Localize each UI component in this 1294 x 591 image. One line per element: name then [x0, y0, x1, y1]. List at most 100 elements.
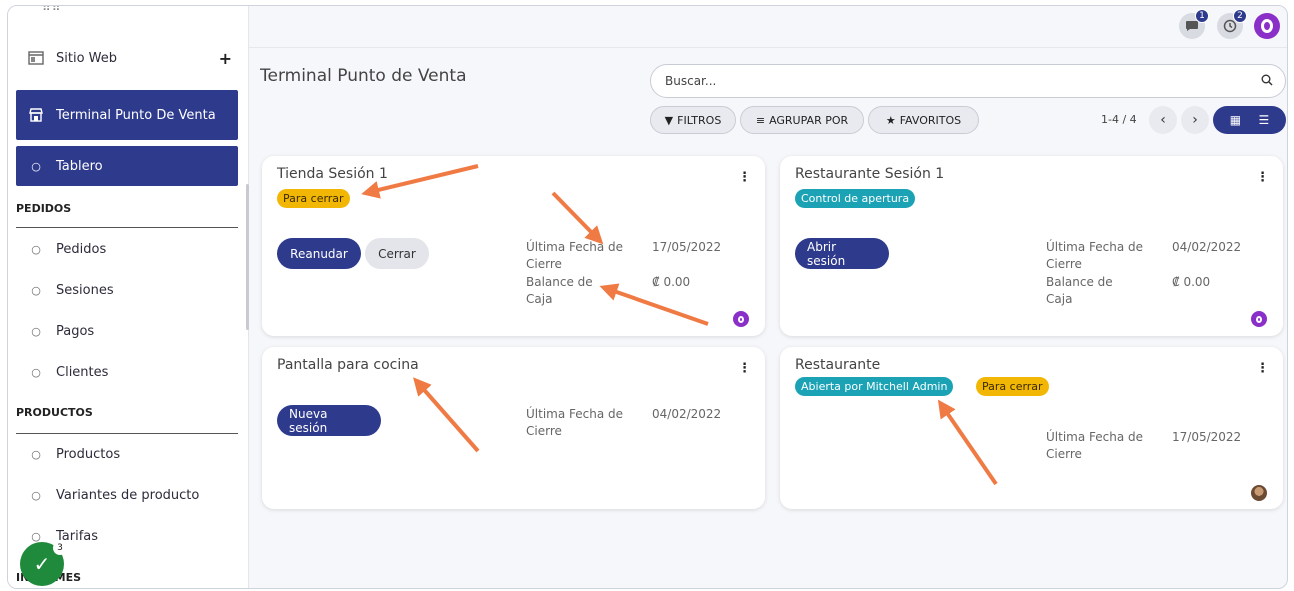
search-icon[interactable]: [1261, 74, 1273, 90]
bullet-icon: ○: [31, 324, 41, 338]
status-badge: Control de apertura: [795, 189, 916, 208]
sidebar-item-pos[interactable]: Terminal Punto De Venta: [16, 90, 238, 140]
info-label: Última Fecha de Cierre: [526, 407, 624, 438]
info-label: Balance de Caja: [1046, 275, 1113, 306]
bullet-icon: ○: [31, 488, 41, 502]
group-by-label: AGRUPAR POR: [769, 113, 849, 127]
add-icon[interactable]: +: [219, 49, 232, 68]
sidebar-item-sessions[interactable]: ○ Sesiones: [16, 270, 238, 310]
info-label: Última Fecha de Cierre: [1046, 240, 1144, 271]
close-session-button[interactable]: Cerrar: [365, 238, 429, 269]
bullet-icon: ○: [31, 242, 41, 256]
avatar: [1251, 311, 1267, 327]
sidebar-item-website[interactable]: Sitio Web +: [16, 38, 238, 78]
kebab-menu-icon[interactable]: ⋮: [1256, 170, 1269, 185]
pos-card[interactable]: Tienda Sesión 1 ⋮ Para cerrar Reanudar C…: [262, 156, 765, 336]
sidebar-item-label: Sesiones: [56, 282, 114, 298]
sidebar-item-dashboard[interactable]: ○ Tablero: [16, 146, 238, 186]
sidebar-item-payments[interactable]: ○ Pagos: [16, 311, 238, 351]
pos-card[interactable]: Restaurante Sesión 1 ⋮ Control de apertu…: [780, 156, 1283, 336]
pager-value[interactable]: 1-4 / 4: [1101, 113, 1137, 126]
bullet-icon: ○: [31, 283, 41, 297]
bullet-icon: ○: [31, 159, 41, 173]
top-bar: 1 2: [249, 6, 1287, 48]
sidebar-item-label: Tablero: [56, 158, 103, 174]
activities-count-badge: 2: [1233, 9, 1247, 23]
kebab-menu-icon[interactable]: ⋮: [738, 170, 751, 185]
status-badge: Abierta por Mitchell Admin: [795, 377, 954, 396]
sidebar-item-label: Sitio Web: [56, 50, 118, 66]
kanban-view-icon[interactable]: ▦: [1230, 113, 1241, 127]
info-value: 04/02/2022: [652, 407, 722, 421]
info-label: Última Fecha de Cierre: [526, 240, 624, 271]
group-by-button[interactable]: ≡ AGRUPAR POR: [740, 106, 864, 134]
sidebar-scrollbar[interactable]: [246, 184, 249, 330]
info-value: 17/05/2022: [1172, 430, 1242, 444]
previous-page-button[interactable]: ‹: [1149, 106, 1177, 134]
activity-clock-icon[interactable]: 2: [1217, 9, 1247, 39]
sidebar-item-label: Variantes de producto: [56, 487, 200, 503]
next-page-button[interactable]: ›: [1181, 106, 1209, 134]
card-title: Restaurante: [795, 357, 881, 373]
list-view-icon[interactable]: ☰: [1259, 113, 1270, 127]
status-badge: Para cerrar: [976, 377, 1049, 396]
filter-icon: ▼: [664, 113, 674, 127]
card-title: Pantalla para cocina: [277, 357, 419, 373]
section-title-pedidos: PEDIDOS: [16, 202, 72, 215]
info-value: 04/02/2022: [1172, 240, 1242, 254]
onboarding-count-badge: 3: [53, 541, 67, 555]
kebab-menu-icon[interactable]: ⋮: [1256, 361, 1269, 376]
pos-card[interactable]: Pantalla para cocina ⋮ Nueva sesión Últi…: [262, 347, 765, 509]
status-badge: Para cerrar: [277, 189, 350, 208]
avatar: [1251, 485, 1267, 501]
list-icon: ≡: [755, 113, 766, 127]
filters-label: FILTROS: [677, 113, 722, 127]
kebab-menu-icon[interactable]: ⋮: [738, 361, 751, 376]
user-avatar[interactable]: [1254, 13, 1280, 39]
sidebar: ⠿⠿ Sitio Web + Terminal Punto De Venta ○…: [8, 6, 249, 588]
chevron-left-icon: ‹: [1160, 112, 1166, 128]
card-title: Tienda Sesión 1: [277, 166, 388, 182]
sidebar-item-label: Pedidos: [56, 241, 107, 257]
apps-menu-icon[interactable]: ⠿⠿: [42, 6, 62, 14]
open-session-button[interactable]: Abrir sesión: [795, 238, 889, 269]
avatar: [733, 311, 749, 327]
new-session-button[interactable]: Nueva sesión: [277, 405, 381, 436]
resume-button[interactable]: Reanudar: [277, 238, 361, 269]
bullet-icon: ○: [31, 447, 41, 461]
sidebar-item-label: Terminal Punto De Venta: [56, 107, 216, 123]
search-input[interactable]: Buscar...: [650, 64, 1286, 98]
sidebar-item-label: Pagos: [56, 323, 95, 339]
pos-card[interactable]: Restaurante ⋮ Abierta por Mitchell Admin…: [780, 347, 1283, 509]
chevron-right-icon: ›: [1192, 112, 1198, 128]
app-window: ⠿⠿ Sitio Web + Terminal Punto De Venta ○…: [7, 5, 1288, 589]
info-value: ₡ 0.00: [652, 275, 691, 289]
view-switcher[interactable]: ▦ ☰: [1213, 106, 1286, 134]
info-value: 17/05/2022: [652, 240, 722, 254]
divider: [16, 227, 238, 228]
check-icon: ✓: [33, 552, 51, 576]
sidebar-item-customers[interactable]: ○ Clientes: [16, 352, 238, 392]
bullet-icon: ○: [31, 365, 41, 379]
sidebar-item-products[interactable]: ○ Productos: [16, 434, 238, 474]
sidebar-item-orders[interactable]: ○ Pedidos: [16, 229, 238, 269]
info-label: Balance de Caja: [526, 275, 593, 306]
messages-icon[interactable]: 1: [1179, 9, 1209, 39]
filters-button[interactable]: ▼ FILTROS: [650, 106, 736, 134]
star-icon: ★: [885, 113, 896, 127]
info-value: ₡ 0.00: [1172, 275, 1211, 289]
card-title: Restaurante Sesión 1: [795, 166, 945, 182]
favorites-label: FAVORITOS: [899, 113, 962, 127]
search-placeholder: Buscar...: [665, 74, 717, 88]
messages-count-badge: 1: [1195, 9, 1209, 23]
sidebar-item-label: Productos: [56, 446, 121, 462]
section-title-productos: PRODUCTOS: [16, 406, 93, 419]
page-title: Terminal Punto de Venta: [260, 66, 467, 86]
sidebar-item-label: Clientes: [56, 364, 109, 380]
website-icon: [16, 51, 56, 65]
bullet-icon: ○: [31, 529, 41, 543]
sidebar-item-variants[interactable]: ○ Variantes de producto: [16, 475, 238, 515]
store-icon: [16, 107, 56, 123]
info-label: Última Fecha de Cierre: [1046, 430, 1144, 461]
favorites-button[interactable]: ★ FAVORITOS: [868, 106, 979, 134]
